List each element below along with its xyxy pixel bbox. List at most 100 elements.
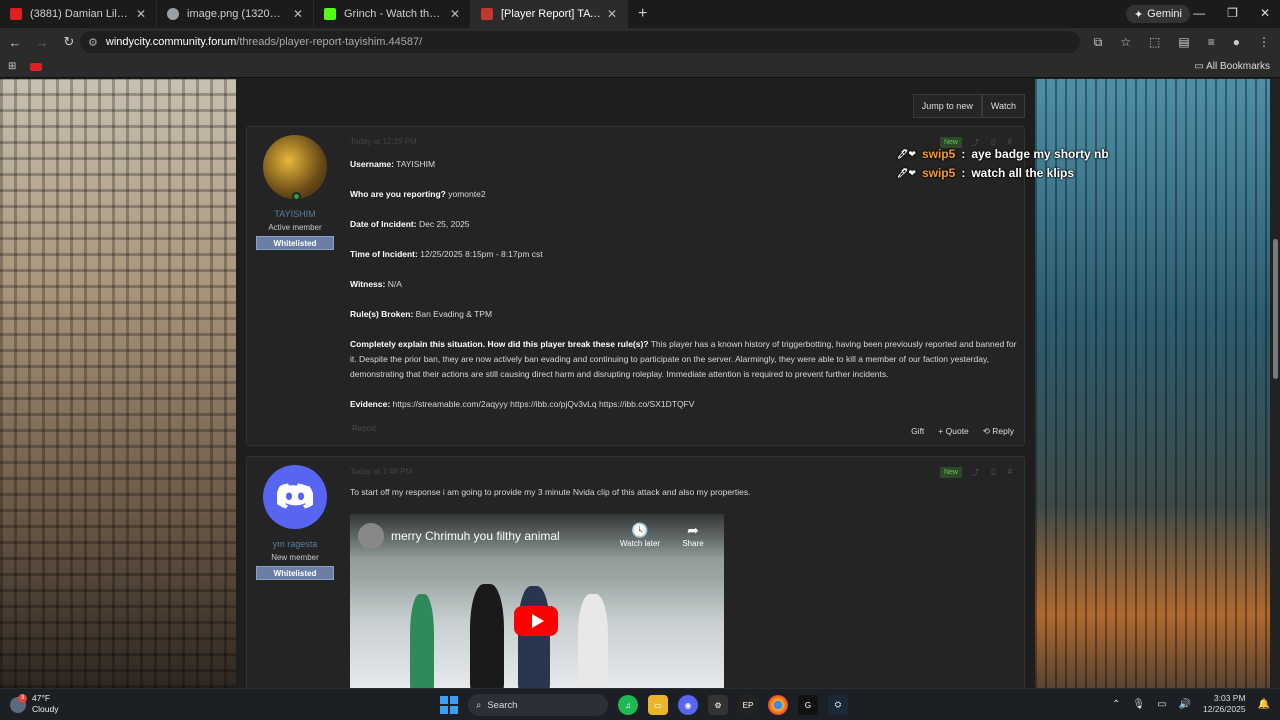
tab-title: Grinch - Watch the VOD on Kic [344, 8, 444, 20]
channel-avatar[interactable] [358, 523, 384, 549]
post-body: Username: TAYISHIM Who are you reporting… [350, 157, 1020, 427]
discord-icon[interactable]: ◉ [678, 695, 698, 715]
share-icon[interactable]: ⤴ [971, 467, 979, 478]
windows-start-icon[interactable] [440, 696, 458, 714]
app-icon[interactable]: ⚙ [708, 695, 728, 715]
video-figure [518, 586, 550, 688]
gift-button[interactable]: Gift [911, 426, 924, 437]
tray-overflow-icon[interactable]: ⌃ [1112, 699, 1120, 710]
close-tab-icon[interactable]: ✕ [293, 7, 303, 21]
username[interactable]: ym ragesta [255, 539, 335, 549]
bookmark-star-icon[interactable]: ☆ [1120, 35, 1131, 50]
thread-controls: Jump to new Watch [912, 94, 1025, 118]
app-g-icon[interactable]: G [798, 695, 818, 715]
browser-tab-active[interactable]: [Player Report] TAYISHIM | Win ✕ [471, 0, 628, 28]
discord-logo-icon [277, 483, 313, 509]
browser-tab[interactable]: image.png (1320×746) ✕ [157, 0, 314, 28]
url-path: /threads/player-report-tayishim.44587/ [236, 36, 423, 48]
username[interactable]: TAYISHIM [255, 209, 335, 219]
kick-favicon-icon [324, 8, 336, 20]
play-button-icon[interactable] [514, 606, 558, 636]
scrollbar-thumb[interactable] [1273, 239, 1278, 379]
field-value: Ban Evading & TPM [415, 309, 493, 319]
spotify-icon[interactable]: ♫ [618, 695, 638, 715]
address-bar[interactable]: ⚙ windycity.community.forum/threads/play… [80, 31, 1080, 53]
chrome-icon[interactable] [768, 695, 788, 715]
share-video-button[interactable]: ➦ Share [668, 522, 718, 548]
avatar[interactable] [263, 465, 327, 529]
scrollbar[interactable] [1270, 79, 1280, 688]
close-window-icon[interactable]: ✕ [1260, 6, 1270, 20]
window-controls: — ❐ ✕ [1193, 6, 1270, 20]
close-tab-icon[interactable]: ✕ [450, 7, 460, 21]
notifications-icon[interactable]: 🔔 [1258, 699, 1270, 710]
clock-time: 3:03 PM [1213, 693, 1246, 703]
weather-widget[interactable]: 3 47°F Cloudy [10, 693, 58, 715]
microphone-icon[interactable]: 🎙 [1132, 699, 1145, 710]
menu-icon[interactable]: ⋮ [1258, 35, 1270, 50]
report-link[interactable]: Report [352, 424, 376, 433]
watch-later-button[interactable]: 🕓 Watch later [615, 522, 665, 548]
close-tab-icon[interactable]: ✕ [607, 7, 617, 21]
reload-icon[interactable]: ↻ [57, 34, 81, 50]
notification-badge: 3 [18, 694, 27, 703]
post: ym ragesta New member Whitelisted Today … [246, 456, 1025, 688]
post-text: To start off my response i am going to p… [350, 487, 751, 497]
weather-temp: 47°F [32, 693, 51, 703]
browser-tab[interactable]: Grinch - Watch the VOD on Kic ✕ [314, 0, 471, 28]
watch-button[interactable]: Watch [981, 94, 1025, 118]
new-tab-icon[interactable]: + [638, 5, 647, 23]
bookmark-icon[interactable]: ▯ [991, 467, 995, 478]
post-timestamp[interactable]: Today at 1:46 PM [350, 467, 412, 476]
install-app-icon[interactable]: ⧉ [1094, 35, 1103, 50]
gemini-button[interactable]: ✦ Gemini [1125, 5, 1190, 23]
site-info-icon[interactable]: ⚙ [88, 36, 98, 49]
field-value: TAYISHIM [396, 159, 436, 169]
steam-icon[interactable]: ⛭ [828, 695, 848, 715]
evidence-links[interactable]: https://streamable.com/2aqyyy https://ib… [393, 399, 695, 409]
chat-text: watch all the klips [971, 166, 1075, 180]
field-value: yomonte2 [448, 189, 486, 199]
youtube-bookmark-icon[interactable] [30, 62, 43, 71]
network-icon[interactable]: ▭ [1157, 699, 1166, 710]
post-timestamp[interactable]: Today at 12:29 PM [350, 137, 417, 146]
clock[interactable]: 3:03 PM 12/26/2025 [1203, 693, 1246, 715]
profile-avatar-icon[interactable]: ● [1233, 35, 1240, 50]
chat-colon: : [961, 147, 966, 161]
background-city-left [0, 79, 236, 688]
chat-message: 🖊❤ swip5: watch all the klips [897, 166, 1109, 180]
taskbar-search[interactable]: ⌕ Search [468, 694, 608, 716]
all-bookmarks[interactable]: ▭ All Bookmarks [1194, 61, 1270, 72]
chat-badge-icon: 🖊❤ [897, 167, 916, 178]
online-indicator [292, 192, 301, 201]
back-arrow-icon[interactable]: ← [3, 35, 27, 50]
epic-games-icon[interactable]: EP [738, 695, 758, 715]
reply-button[interactable]: ⟲ Reply [983, 426, 1014, 437]
quote-button[interactable]: + Quote [938, 426, 968, 437]
youtube-embed[interactable]: merry Chrimuh you filthy animal 🕓 Watch l… [350, 514, 724, 688]
video-figure [470, 584, 504, 688]
taskbar: 3 47°F Cloudy ⌕ Search ♫ ▭ ◉ ⚙ EP G ⛭ ⌃ 🎙 … [0, 688, 1280, 720]
jump-to-new-button[interactable]: Jump to new [912, 94, 982, 118]
explain-label: Completely explain this situation. How d… [350, 339, 649, 349]
extensions-icon[interactable]: ⬚ [1149, 35, 1160, 50]
close-tab-icon[interactable]: ✕ [136, 7, 146, 21]
forward-arrow-icon[interactable]: → [30, 35, 54, 50]
apps-grid-icon[interactable]: ⊞ [8, 61, 16, 72]
field-label: Time of Incident: [350, 249, 418, 259]
volume-icon[interactable]: 🔊 [1179, 699, 1191, 710]
file-explorer-icon[interactable]: ▭ [648, 695, 668, 715]
media-icon[interactable]: ≡ [1208, 35, 1215, 50]
field-label: Witness: [350, 279, 386, 289]
post-author: ym ragesta New member Whitelisted [255, 465, 335, 580]
avatar[interactable] [263, 135, 327, 201]
toolbar: ← → ↻ ⚙ windycity.community.forum/thread… [0, 28, 1280, 56]
tab-title: [Player Report] TAYISHIM | Win [501, 8, 601, 20]
side-panel-icon[interactable]: ▤ [1178, 35, 1189, 50]
minimize-icon[interactable]: — [1193, 6, 1205, 20]
post-number-icon[interactable]: # [1008, 467, 1012, 478]
restore-icon[interactable]: ❐ [1227, 6, 1238, 20]
video-title[interactable]: merry Chrimuh you filthy animal [391, 529, 560, 543]
browser-tab[interactable]: (3881) Damian Lillard sets a NE ✕ [0, 0, 157, 28]
chat-overlay: 🖊❤ swip5: aye badge my shorty nb 🖊❤ swip… [897, 147, 1109, 185]
